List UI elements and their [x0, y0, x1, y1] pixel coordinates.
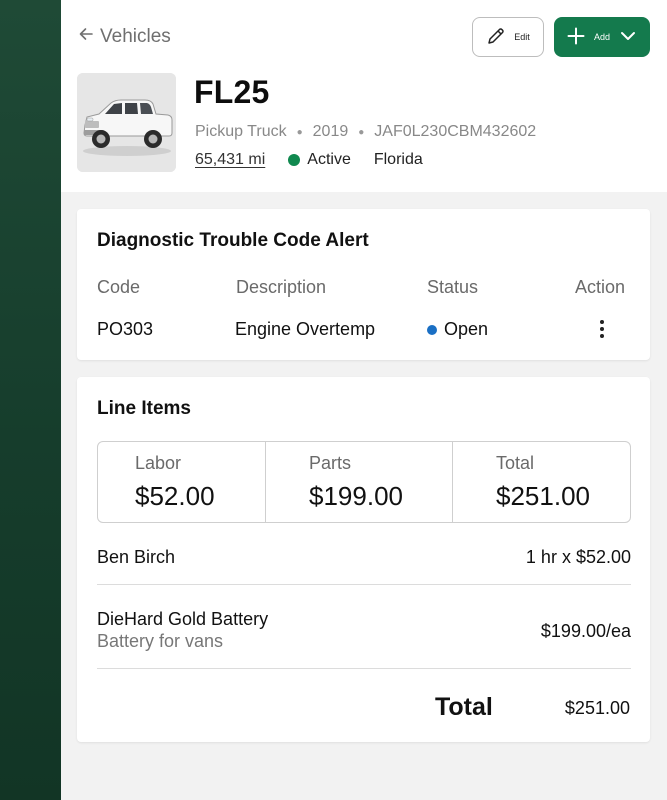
vehicle-meta: Pickup Truck ● 2019 ● JAF0L230CBM432602 — [195, 123, 536, 141]
line-item-amount: $199.00/ea — [540, 621, 631, 641]
line-item[interactable]: Ben Birch 1 hr x $52.00 — [97, 547, 631, 571]
back-link-label: Vehicles — [100, 26, 171, 47]
edit-button-label: Edit — [514, 32, 530, 42]
summary-label: Total — [496, 453, 535, 473]
vehicle-status-row: 65,431 mi Active Florida — [195, 151, 423, 169]
cost-summary: Labor $52.00 Parts $199.00 Total $251.00 — [97, 441, 631, 523]
summary-total: Total $251.00 — [452, 442, 630, 522]
dtc-alert-card: Diagnostic Trouble Code Alert Code Descr… — [77, 209, 650, 360]
line-items-title: Line Items — [97, 398, 191, 419]
line-item-name: Ben Birch — [97, 547, 176, 567]
vehicle-photo — [77, 73, 176, 172]
vehicle-location: Florida — [373, 151, 423, 168]
bullet-separator-icon: ● — [358, 126, 365, 138]
status-dot-icon — [427, 324, 437, 335]
summary-value: $251.00 — [496, 481, 590, 511]
arrow-left-icon — [78, 26, 94, 48]
vehicle-status: Active — [307, 151, 351, 168]
add-button[interactable]: Add — [554, 17, 650, 57]
main-content: Vehicles Edit Add FL25 Pickup Truck ● 20… — [61, 0, 667, 800]
column-header-code: Code — [97, 277, 141, 297]
bullet-separator-icon: ● — [296, 126, 303, 138]
vehicle-vin: JAF0L230CBM432602 — [374, 123, 537, 140]
line-item-name: DieHard Gold Battery — [97, 609, 269, 629]
divider — [97, 584, 631, 585]
summary-label: Parts — [309, 453, 352, 473]
edit-button[interactable]: Edit — [472, 17, 544, 57]
line-item-detail: Battery for vans — [97, 631, 224, 651]
grand-total-label: Total — [435, 693, 493, 721]
dtc-description: Engine Overtemp — [235, 319, 376, 339]
vehicle-header: Vehicles Edit Add FL25 Pickup Truck ● 20… — [61, 0, 667, 192]
vehicle-type: Pickup Truck — [195, 123, 287, 140]
status-dot-icon — [288, 154, 301, 166]
dtc-status: Open — [427, 319, 488, 340]
dtc-code: PO303 — [97, 319, 154, 339]
line-items-card: Line Items Labor $52.00 Parts $199.00 To… — [77, 377, 650, 742]
summary-parts: Parts $199.00 — [265, 442, 452, 522]
summary-labor: Labor $52.00 — [98, 442, 265, 522]
summary-label: Labor — [135, 453, 182, 473]
line-item[interactable]: DieHard Gold Battery Battery for vans $1… — [97, 609, 631, 655]
summary-value: $199.00 — [309, 481, 403, 511]
column-header-description: Description — [236, 277, 327, 297]
app-sidebar — [0, 0, 61, 800]
dtc-card-title: Diagnostic Trouble Code Alert — [97, 230, 369, 251]
plus-icon — [567, 27, 585, 47]
divider — [97, 668, 631, 669]
vehicle-name: FL25 — [194, 74, 270, 110]
pencil-icon — [486, 26, 506, 48]
dtc-status-label: Open — [444, 319, 489, 339]
column-header-action: Action — [575, 277, 626, 297]
column-header-status: Status — [427, 277, 479, 297]
grand-total-value: $251.00 — [564, 698, 630, 718]
add-button-label: Add — [593, 32, 610, 42]
back-to-vehicles-link[interactable]: Vehicles — [78, 24, 171, 50]
vehicle-year: 2019 — [312, 123, 349, 140]
summary-value: $52.00 — [135, 481, 215, 511]
line-item-amount: 1 hr x $52.00 — [525, 547, 631, 567]
vehicle-mileage-link[interactable]: 65,431 mi — [195, 151, 265, 169]
chevron-down-icon — [619, 27, 637, 47]
more-actions-icon[interactable] — [595, 319, 609, 339]
